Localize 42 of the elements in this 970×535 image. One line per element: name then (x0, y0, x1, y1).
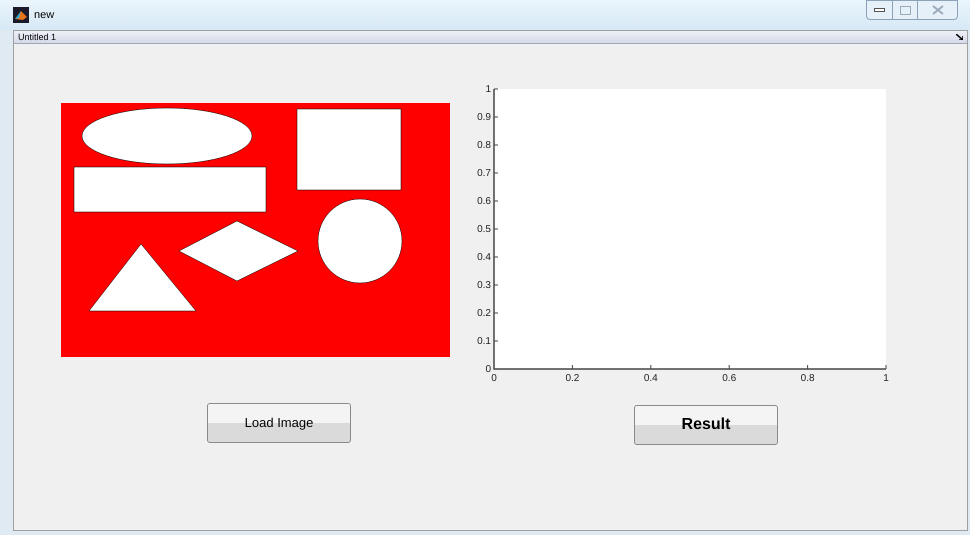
y-tick-label: 0.1 (477, 336, 492, 347)
x-tick-label: 0.8 (800, 373, 815, 384)
minimize-button[interactable] (866, 0, 893, 20)
y-tick: 0.4 (477, 252, 498, 263)
y-tick-label: 0.4 (477, 252, 492, 263)
x-tick: 0.4 (644, 364, 658, 384)
x-tick-label: 1 (883, 373, 890, 384)
minimize-icon (874, 8, 885, 12)
y-tick-label: 0.7 (477, 168, 492, 179)
result-button[interactable]: Result (634, 405, 778, 445)
panel-title: Untitled 1 (18, 32, 56, 42)
window-title: new (34, 8, 54, 23)
close-button[interactable] (918, 0, 958, 20)
y-tick: 0.1 (477, 336, 498, 347)
app-icon (13, 7, 29, 23)
y-tick-label: 0.9 (477, 112, 492, 123)
x-tick: 1 (883, 364, 889, 384)
y-tick: 0.2 (477, 308, 498, 319)
y-tick: 0.5 (477, 224, 498, 235)
x-tick: 0.6 (722, 364, 736, 384)
y-tick-label: 0.8 (477, 140, 492, 151)
close-icon (932, 5, 944, 15)
y-tick-label: 0.3 (477, 280, 492, 291)
x-tick-label: 0.6 (722, 373, 737, 384)
undock-icon (956, 34, 963, 40)
y-tick: 1 (485, 84, 498, 95)
y-tick-label: 1 (485, 84, 492, 95)
y-tick: 0.8 (477, 140, 498, 151)
y-tick-label: 0 (485, 364, 492, 375)
x-tick: 0.8 (800, 364, 815, 384)
y-tick: 0.3 (477, 280, 498, 291)
y-tick-label: 0.2 (477, 308, 492, 319)
y-tick: 0.9 (477, 112, 498, 123)
y-tick-label: 0.6 (477, 196, 492, 207)
y-tick-label: 0.5 (477, 224, 492, 235)
x-tick-label: 0.2 (565, 373, 580, 384)
x-tick-label: 0.4 (644, 373, 658, 384)
y-tick: 0.7 (477, 168, 498, 179)
y-tick: 0.6 (477, 196, 498, 207)
x-tick: 0.2 (565, 364, 580, 384)
load-image-button[interactable]: Load Image (207, 403, 351, 443)
maximize-icon (900, 6, 910, 14)
